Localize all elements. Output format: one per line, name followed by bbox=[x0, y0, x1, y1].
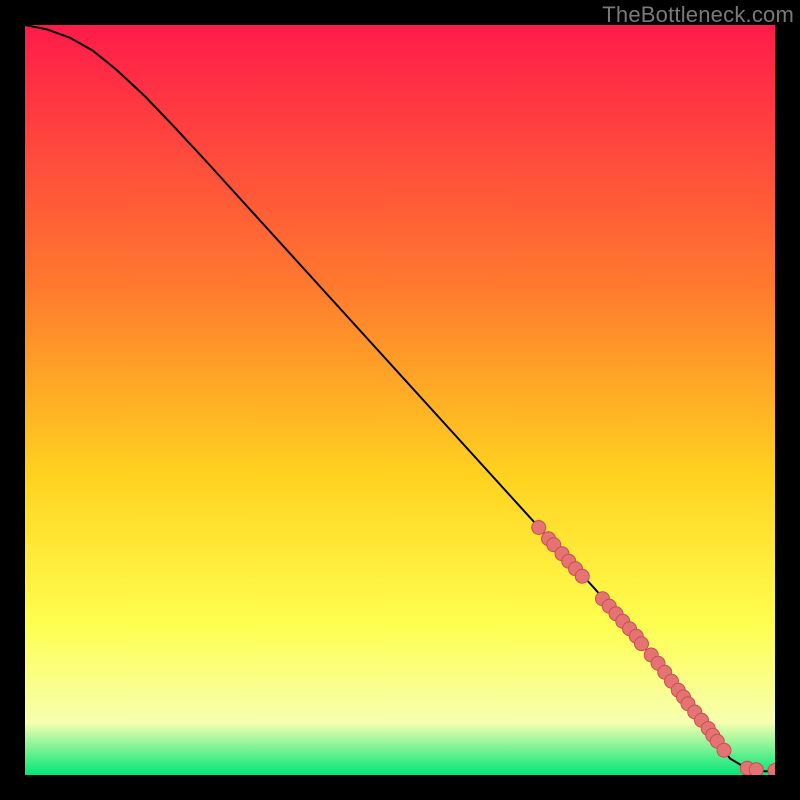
data-point bbox=[717, 743, 731, 757]
chart-frame: TheBottleneck.com bbox=[0, 0, 800, 800]
plot-area bbox=[25, 25, 775, 775]
data-point bbox=[635, 637, 649, 651]
data-point bbox=[749, 763, 763, 775]
chart-svg bbox=[25, 25, 775, 775]
data-point bbox=[575, 569, 589, 583]
data-point bbox=[532, 521, 546, 535]
